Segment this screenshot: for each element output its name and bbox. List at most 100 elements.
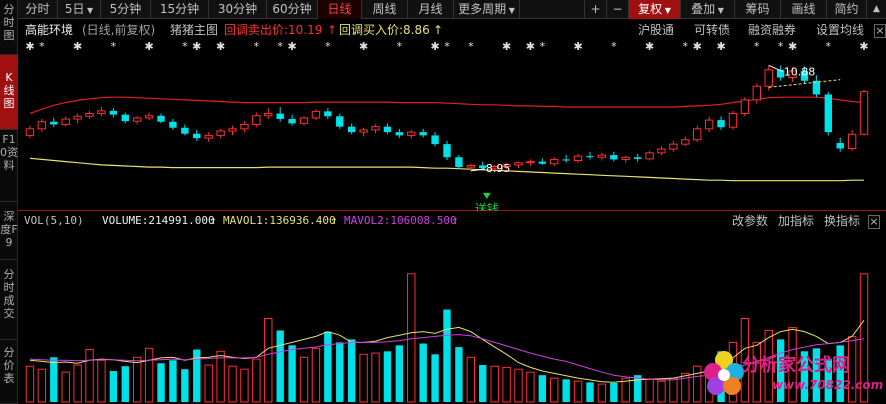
period-5day-label: 5日 — [64, 2, 85, 16]
volume-bar — [431, 354, 439, 402]
volume-bar — [169, 360, 177, 402]
candle — [383, 123, 392, 135]
tab-kline[interactable]: K线图 — [0, 55, 18, 130]
zoom-out-button[interactable]: − — [606, 0, 628, 19]
period-5min[interactable]: 5分钟 — [101, 0, 151, 19]
volume-bar — [73, 364, 82, 403]
period-60min[interactable]: 60分钟 — [267, 0, 318, 19]
tab-intraday[interactable]: 分时图 — [0, 0, 18, 55]
volume-bar — [407, 273, 416, 403]
edit-params-label: 改参数 — [732, 214, 769, 228]
candle — [455, 155, 463, 170]
candlestick-chart[interactable]: ✱ * ✱ * ✱ * ✱ ✱ * * ✱ * ✱ * ✱ * * ✱ ✱ * ✱ * ✱ * ✱ ✱ * * ✱ * ✱ 10.88 8.95… — [18, 40, 886, 211]
link-margin[interactable]: 融资融券 — [748, 20, 796, 40]
signal-star-mark: * — [468, 40, 474, 53]
volume-bar — [25, 365, 35, 403]
mavol1-value: MAVOL1:136936.400 — [223, 214, 336, 227]
signal-star-mark: * — [182, 40, 188, 53]
volume-bar — [37, 368, 47, 403]
candle — [550, 157, 559, 166]
tab-f10[interactable]: F10资料 — [0, 130, 18, 202]
indicator-name[interactable]: 猪猪主图 — [170, 20, 218, 40]
close-volume-indicator-icon[interactable]: × — [868, 215, 880, 229]
signal-triangle-icon — [482, 192, 491, 199]
candle — [573, 153, 583, 163]
period-15min[interactable]: 15分钟 — [151, 0, 209, 19]
link-ma-settings[interactable]: 设置均线 — [816, 20, 864, 40]
chips-button[interactable]: 筹码 — [734, 0, 780, 19]
candle — [407, 129, 416, 139]
volume-bar — [419, 343, 427, 402]
candle-body — [717, 120, 725, 128]
candle-body — [383, 126, 392, 133]
tab-depth[interactable]: 深度F9 — [0, 202, 18, 260]
candle — [824, 91, 832, 136]
volume-bar — [669, 377, 678, 403]
volume-bar — [479, 365, 487, 402]
volume-arrow-icon: ↑ — [210, 214, 217, 227]
period-weekly[interactable]: 周线 — [362, 0, 408, 19]
candle-body — [586, 156, 594, 158]
stock-name[interactable]: 高能环境 — [25, 20, 73, 40]
candle-body — [681, 139, 690, 145]
overlay-dropdown-icon: ▼ — [715, 6, 724, 15]
volume-bar — [252, 358, 261, 403]
candle-body — [573, 155, 583, 162]
collapse-icon[interactable]: ▲ — [866, 0, 886, 19]
volume-bar — [693, 365, 702, 403]
candle — [324, 108, 332, 119]
volume-bar — [276, 330, 284, 402]
close-main-indicator-icon[interactable]: × — [874, 24, 886, 38]
candle — [181, 124, 189, 136]
period-daily[interactable]: 日线 — [318, 0, 362, 19]
candle — [37, 119, 47, 133]
period-toolbar: 分时 5日 ▼ 5分钟 15分钟 30分钟 60分钟 日线 周线 月线 更多周期… — [18, 0, 886, 19]
period-30min[interactable]: 30分钟 — [209, 0, 267, 19]
tab-price-table[interactable]: 分价表 — [0, 340, 18, 404]
period-intraday[interactable]: 分时 — [18, 0, 58, 19]
tab-trades[interactable]: 分时成交 — [0, 260, 18, 340]
volume-bar — [371, 352, 380, 403]
zoom-in-button[interactable]: + — [584, 0, 606, 19]
volume-bar — [299, 356, 309, 403]
candle — [752, 83, 761, 104]
candle-body — [336, 116, 344, 127]
candle — [597, 152, 607, 161]
candle — [276, 106, 284, 122]
volume-indicator-name[interactable]: VOL(5,10) — [24, 211, 84, 231]
signal-star-mark: * — [254, 40, 260, 53]
period-5day[interactable]: 5日 ▼ — [58, 0, 101, 19]
high-price-label: 10.88 — [784, 65, 816, 78]
volume-bar — [657, 380, 666, 403]
candle-body — [240, 123, 249, 130]
link-convertible[interactable]: 可转债 — [694, 20, 730, 40]
drawline-button[interactable]: 画线 — [780, 0, 826, 19]
flower-logo-icon — [704, 351, 744, 395]
volume-bar — [443, 309, 451, 402]
candle — [586, 151, 594, 160]
watermark-logo: 分析家公式网 www.70822.com — [702, 348, 886, 404]
overlay-dropdown[interactable]: 叠加 ▼ — [680, 0, 734, 19]
fuquan-dropdown[interactable]: 复权 ▼ — [628, 0, 680, 19]
simple-mode-button[interactable]: 简约 — [826, 0, 866, 19]
signal-star-mark: ✱ — [25, 40, 34, 53]
candle — [717, 116, 725, 130]
candle-body — [419, 132, 427, 136]
candle-body — [859, 91, 869, 135]
left-tab-bar: 分时图 K线图 F10资料 深度F9 分时成交 分价表 — [0, 0, 18, 404]
link-hk-connect[interactable]: 沪股通 — [638, 20, 674, 40]
candle — [216, 128, 225, 139]
period-more[interactable]: 更多周期 ▼ — [454, 0, 520, 19]
volume-bar — [633, 375, 642, 402]
fuquan-dropdown-icon: ▼ — [662, 6, 671, 15]
volume-bar — [466, 356, 476, 403]
candle — [371, 124, 380, 134]
signal-star-mark: * — [754, 40, 760, 53]
candle — [228, 125, 237, 136]
period-monthly[interactable]: 月线 — [408, 0, 454, 19]
volume-bar — [597, 383, 607, 403]
candle — [50, 117, 58, 128]
signal-star-mark: * — [540, 40, 546, 53]
candle-body — [193, 133, 201, 139]
tab-f10-label: F10资料 — [0, 133, 18, 172]
